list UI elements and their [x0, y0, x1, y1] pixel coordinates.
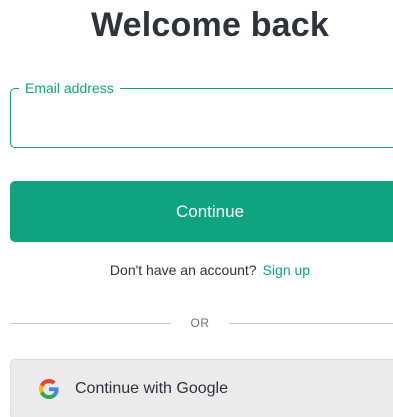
signup-link[interactable]: Sign up: [263, 262, 310, 278]
signup-row: Don't have an account? Sign up: [0, 262, 393, 278]
page-title: Welcome back: [91, 6, 329, 44]
divider-or-text: OR: [190, 316, 210, 330]
divider-line-left: [10, 323, 171, 324]
email-field-label: Email address: [19, 78, 120, 98]
continue-button[interactable]: Continue: [10, 181, 393, 242]
email-input[interactable]: [23, 107, 393, 135]
signup-prompt: Don't have an account?: [109, 262, 257, 278]
login-page: Welcome back Email address Continue Don'…: [0, 0, 393, 417]
continue-with-google-button[interactable]: Continue with Google: [10, 359, 393, 417]
google-button-label: Continue with Google: [75, 380, 228, 397]
email-field[interactable]: Email address: [10, 78, 393, 148]
divider-line-right: [229, 323, 393, 324]
google-g-icon: [39, 379, 59, 399]
